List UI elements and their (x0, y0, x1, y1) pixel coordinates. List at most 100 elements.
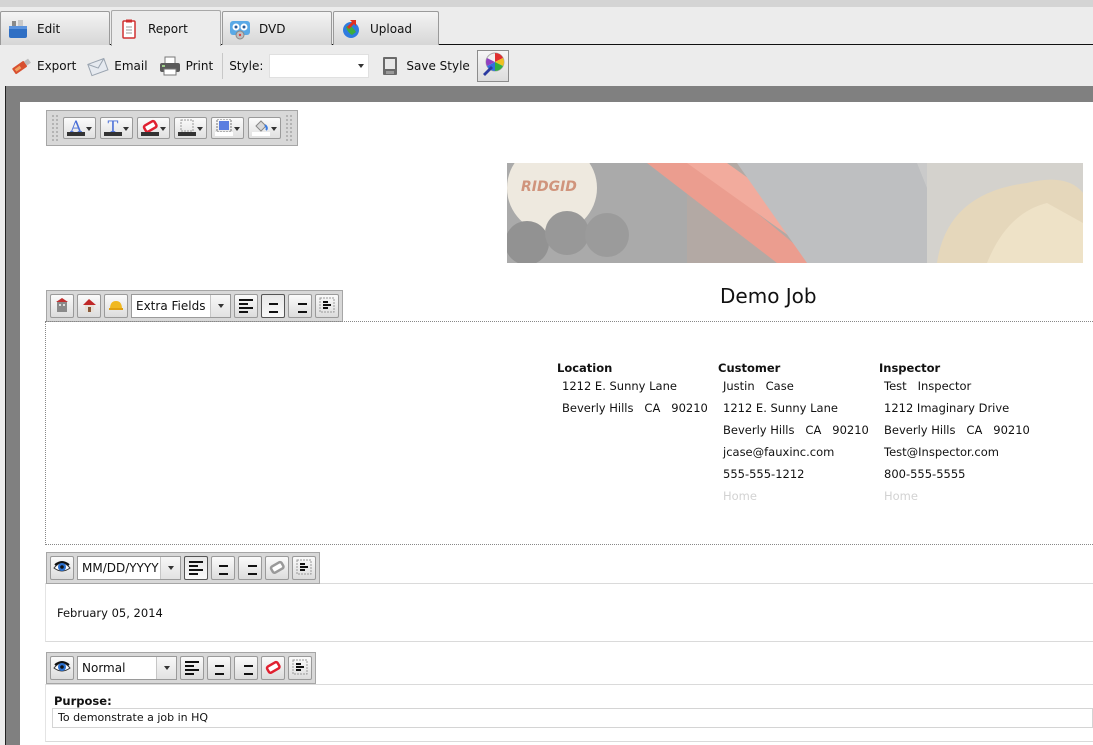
padding-button[interactable] (292, 556, 316, 580)
chevron-down-icon (123, 127, 129, 131)
inspector-column: Inspector Test Inspector 1212 Imaginary … (879, 361, 1030, 510)
eraser-tag-icon (265, 660, 281, 677)
chevron-down-icon (210, 295, 230, 317)
customer-line: 1212 E. Sunny Lane (723, 401, 838, 415)
header-banner-image: RIDGID (507, 163, 1083, 263)
drag-grip-handle[interactable] (285, 114, 293, 142)
palette-icon (480, 51, 506, 80)
align-left-button[interactable] (180, 656, 204, 680)
date-section-toolbar: MM/DD/YYYY (46, 552, 320, 584)
align-left-button[interactable] (184, 556, 208, 580)
padding-button[interactable] (315, 294, 339, 318)
save-style-label: Save Style (406, 58, 470, 73)
hardhat-icon (108, 297, 124, 316)
location-line: Beverly Hills CA 90210 (562, 401, 708, 415)
tab-label: DVD (259, 21, 286, 36)
hardhat-button[interactable] (104, 294, 128, 318)
building-icon (54, 297, 70, 316)
highlight-button[interactable] (137, 117, 170, 139)
eye-icon (53, 660, 71, 677)
fill-button[interactable] (211, 117, 244, 139)
inspector-phone: 800-555-5555 (884, 467, 966, 481)
location-heading: Location (557, 361, 613, 375)
eye-icon (53, 560, 71, 577)
tab-label: Report (148, 21, 188, 36)
save-style-button[interactable]: Save Style (375, 52, 472, 80)
tab-bar: Edit Report DVD Upload (0, 7, 1093, 46)
toolbar-separator (222, 52, 224, 79)
tab-upload[interactable]: Upload (333, 11, 439, 45)
color-palette-button[interactable] (476, 49, 509, 82)
border-button[interactable] (174, 117, 207, 139)
padding-icon (319, 297, 335, 316)
customer-heading: Customer (718, 361, 781, 375)
paint-bucket-button[interactable] (248, 117, 281, 139)
text-format-toolbar: A T (46, 110, 298, 146)
report-title: Demo Job (720, 284, 817, 308)
report-date: February 05, 2014 (57, 606, 163, 620)
report-toolbar: Export Email Print Style: Save Style (0, 45, 1093, 86)
location-column: Location 1212 E. Sunny Lane Beverly Hill… (557, 361, 708, 422)
dvd-icon (229, 18, 251, 40)
date-format-value: MM/DD/YYYY (82, 561, 159, 575)
padding-icon (296, 559, 312, 578)
inspector-email: Test@Inspector.com (884, 445, 999, 459)
usb-drive-icon (9, 55, 33, 77)
style-select[interactable] (269, 53, 370, 78)
highlight-button[interactable] (265, 556, 289, 580)
padding-button[interactable] (288, 656, 312, 680)
left-edge (0, 86, 6, 745)
drag-grip-handle[interactable] (51, 114, 59, 142)
chevron-down-icon (160, 557, 180, 579)
toolbox-icon (7, 18, 29, 40)
color-swatch (215, 132, 233, 136)
align-center-button[interactable] (261, 294, 285, 318)
envelope-icon (86, 55, 110, 77)
align-center-button[interactable] (207, 656, 231, 680)
purpose-field[interactable]: To demonstrate a job in HQ (52, 708, 1093, 728)
date-format-select[interactable]: MM/DD/YYYY (77, 556, 181, 580)
text-style-button[interactable]: T (100, 117, 133, 139)
house-icon (81, 297, 97, 316)
email-label: Email (114, 58, 148, 73)
align-right-icon (243, 561, 257, 575)
align-center-icon (212, 661, 226, 675)
email-button[interactable]: Email (83, 52, 150, 80)
printer-icon (158, 55, 182, 77)
chevron-down-icon (271, 127, 277, 131)
font-color-button[interactable]: A (63, 117, 96, 139)
align-left-icon (239, 299, 253, 313)
color-swatch (252, 132, 270, 136)
align-right-button[interactable] (234, 656, 258, 680)
extra-fields-select[interactable]: Extra Fields (131, 294, 231, 318)
customer-home-placeholder: Home (723, 489, 757, 503)
tab-report[interactable]: Report (111, 10, 221, 46)
customer-email: jcase@fauxinc.com (723, 445, 835, 459)
color-swatch (178, 132, 196, 136)
building-button[interactable] (50, 294, 74, 318)
tab-dvd[interactable]: DVD (222, 11, 332, 45)
tab-label: Upload (370, 21, 413, 36)
align-left-button[interactable] (234, 294, 258, 318)
customer-column: Customer Justin Case 1212 E. Sunny Lane … (718, 361, 869, 510)
align-right-button[interactable] (288, 294, 312, 318)
globe-upload-icon (340, 18, 362, 40)
report-icon (118, 18, 140, 40)
house-button[interactable] (77, 294, 101, 318)
tab-edit[interactable]: Edit (0, 11, 110, 45)
customer-line: Justin Case (723, 379, 794, 393)
align-center-button[interactable] (211, 556, 235, 580)
highlight-button[interactable] (261, 656, 285, 680)
visibility-button[interactable] (50, 656, 74, 680)
text-style-select[interactable]: Normal (77, 656, 177, 680)
align-center-icon (216, 561, 230, 575)
header-section-toolbar: Extra Fields (46, 290, 343, 322)
align-right-icon (239, 661, 253, 675)
print-button[interactable]: Print (155, 52, 217, 80)
visibility-button[interactable] (50, 556, 74, 580)
align-right-button[interactable] (238, 556, 262, 580)
tab-label: Edit (37, 21, 61, 36)
export-button[interactable]: Export (6, 52, 79, 80)
color-swatch (67, 132, 85, 136)
chevron-down-icon (156, 657, 176, 679)
